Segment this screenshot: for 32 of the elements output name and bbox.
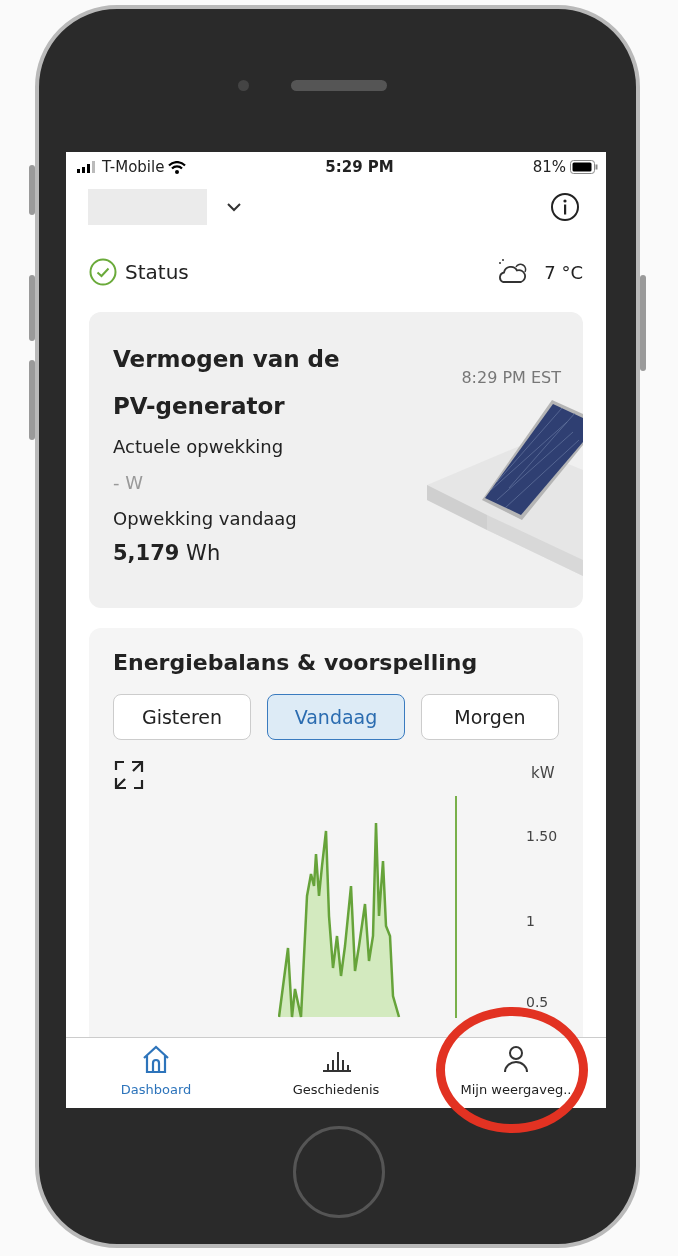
person-icon: [501, 1044, 531, 1074]
card-title: Energiebalans & voorspelling: [113, 650, 479, 677]
camera-lens: [238, 80, 249, 91]
wifi-icon: [168, 160, 187, 174]
period-tab[interactable]: Morgen: [421, 694, 559, 741]
expand-icon[interactable]: [114, 760, 144, 791]
chevron-down-icon[interactable]: [227, 202, 241, 212]
temperature-value: 7 °C: [544, 260, 583, 285]
home-icon: [141, 1044, 171, 1074]
metric-value: - W: [113, 471, 144, 495]
axis-tick-label: 1: [526, 912, 535, 932]
axis-tick-label: 1.50: [526, 827, 558, 847]
metric-value: 5,179 Wh: [113, 540, 222, 567]
status-label: Status: [125, 259, 190, 286]
axis-unit-label: kW: [531, 763, 555, 785]
nav-tab[interactable]: Geschiedenis: [246, 1038, 426, 1108]
axis-tick-label: 0.5: [526, 993, 549, 1013]
clock-time: 5:29 PM: [324, 156, 395, 178]
period-tab[interactable]: Vandaag: [267, 694, 405, 741]
card-title: Vermogen van de PV-generator: [113, 345, 341, 421]
metric-label: Opwekking vandaag: [113, 507, 298, 531]
signal-icon: [76, 161, 98, 173]
battery-percent: 81%: [532, 156, 566, 178]
battery-icon: [570, 160, 598, 174]
nav-tab[interactable]: Dashboard: [66, 1038, 246, 1108]
period-tab[interactable]: Gisteren: [113, 694, 251, 741]
cloud-moon-icon: [496, 258, 529, 286]
timestamp: 8:29 PM EST: [461, 367, 561, 389]
info-icon[interactable]: [550, 192, 580, 222]
metric-label: Actuele opwekking: [113, 435, 285, 459]
nav-tab[interactable]: Mijn weergaveg..: [426, 1038, 606, 1108]
carrier-name: T-Mobile: [102, 156, 165, 178]
